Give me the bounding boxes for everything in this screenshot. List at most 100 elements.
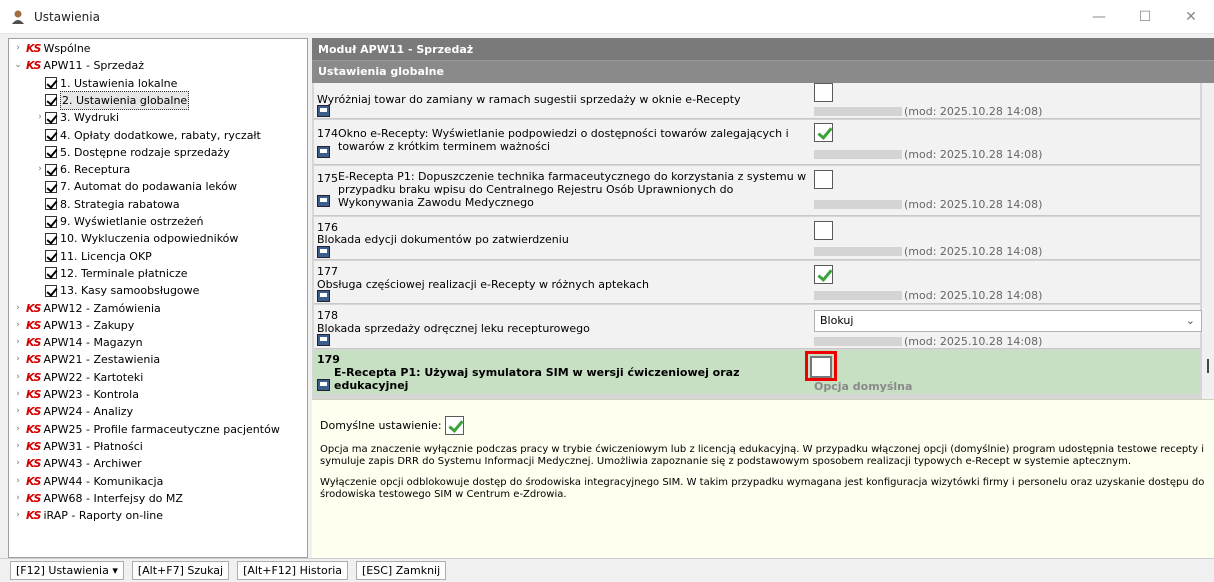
vertical-scrollbar[interactable] xyxy=(1202,83,1214,439)
chevron-down-icon[interactable]: ⌄ xyxy=(13,57,23,74)
window-title: Ustawienia xyxy=(34,9,100,24)
tree-item[interactable]: 11. Licencja OKP xyxy=(35,248,152,265)
tree-item[interactable]: › KS APW68 - Interfejsy do MZ xyxy=(13,490,183,507)
tree-item[interactable]: 1. Ustawienia lokalne xyxy=(35,75,177,92)
tree-item[interactable]: › KS APW24 - Analizy xyxy=(13,403,133,420)
close-button[interactable]: [ESC] Zamknij xyxy=(356,561,447,580)
setting-row-177[interactable]: 177 Obsługa częściowej realizacji e-Rece… xyxy=(314,261,1200,304)
tree-item[interactable]: 7. Automat do podawania leków xyxy=(35,178,237,195)
settings-tree[interactable]: › KS Wspólne ⌄ KS APW11 - Sprzedaż 1. Ustawien… xyxy=(8,38,308,558)
minimize-button[interactable]: — xyxy=(1076,0,1122,34)
tree-item[interactable]: 8. Strategia rabatowa xyxy=(35,196,180,213)
ks-logo-icon: KS xyxy=(26,353,41,367)
tree-item[interactable]: › KS APW21 - Zestawienia xyxy=(13,351,160,368)
setting-checkbox-174[interactable] xyxy=(814,123,833,142)
setting-scope-icon xyxy=(317,246,330,258)
tree-item[interactable]: ⌄ KS APW11 - Sprzedaż xyxy=(13,57,144,74)
tree-item[interactable]: 2. Ustawienia globalne xyxy=(35,90,190,110)
setting-number: 177 xyxy=(317,265,338,278)
setting-row-173[interactable]: Wyróżniaj towar do zamiany w ramach suge… xyxy=(314,83,1200,119)
highlight-box xyxy=(805,351,837,381)
setting-mod-info: (mod: 2025.10.28 14:08) xyxy=(814,148,1042,161)
checklist-icon xyxy=(45,215,57,228)
tree-item-label: 12. Terminale płatnicze xyxy=(60,266,188,280)
tree-item-label: APW68 - Interfejsy do MZ xyxy=(43,491,183,505)
checklist-icon xyxy=(45,129,57,141)
chevron-right-icon[interactable]: › xyxy=(35,109,45,126)
tree-item[interactable]: › KS APW14 - Magazyn xyxy=(13,334,143,351)
tree-item[interactable]: 12. Terminale płatnicze xyxy=(35,265,188,282)
maximize-button[interactable]: ☐ xyxy=(1122,0,1168,34)
ks-logo-icon: KS xyxy=(26,509,41,523)
setting-scope-icon xyxy=(317,195,330,207)
tree-item[interactable]: 5. Dostępne rodzaje sprzedaży xyxy=(35,144,230,161)
ks-logo-icon: KS xyxy=(26,457,41,471)
chevron-right-icon[interactable]: › xyxy=(13,473,23,490)
setting-desc: Blokada sprzedaży odręcznej leku receptu… xyxy=(317,322,590,335)
chevron-right-icon[interactable]: › xyxy=(13,490,23,507)
chevron-right-icon[interactable]: › xyxy=(13,455,23,472)
tree-item-label: iRAP - Raporty on-line xyxy=(43,509,164,523)
tree-item[interactable]: › KS APW31 - Płatności xyxy=(13,438,143,455)
setting-scope-icon xyxy=(317,105,330,117)
setting-checkbox-173[interactable] xyxy=(814,83,833,102)
history-button[interactable]: [Alt+F12] Historia xyxy=(237,561,349,580)
setting-checkbox-175[interactable] xyxy=(814,170,833,189)
setting-desc: E-Recepta P1: Dopuszczenie technika farm… xyxy=(338,170,807,209)
close-window-button[interactable]: ✕ xyxy=(1168,0,1214,34)
redacted-user xyxy=(814,150,902,159)
tree-item[interactable]: › 6. Receptura xyxy=(35,161,130,178)
chevron-right-icon[interactable]: › xyxy=(35,161,45,178)
setting-row-176[interactable]: 176 Blokada edycji dokumentów po zatwier… xyxy=(314,217,1200,260)
setting-row-179[interactable]: 179 E-Recepta P1: Używaj symulatora SIM … xyxy=(314,350,1200,394)
ks-logo-icon: KS xyxy=(26,422,41,436)
chevron-right-icon[interactable]: › xyxy=(13,421,23,438)
tree-item[interactable]: › KS APW23 - Kontrola xyxy=(13,386,139,403)
tree-item[interactable]: › KS Wspólne xyxy=(13,40,90,57)
setting-desc: E-Recepta P1: Używaj symulatora SIM w we… xyxy=(334,366,740,392)
chevron-right-icon[interactable]: › xyxy=(13,351,23,368)
tree-item[interactable]: › KS APW12 - Zamówienia xyxy=(13,300,161,317)
chevron-right-icon[interactable]: › xyxy=(13,507,23,524)
ks-logo-icon: KS xyxy=(26,301,41,315)
chevron-right-icon[interactable]: › xyxy=(13,334,23,351)
tree-item[interactable]: › KS APW13 - Zakupy xyxy=(13,317,134,334)
setting-checkbox-176[interactable] xyxy=(814,221,833,240)
chevron-right-icon[interactable]: › xyxy=(13,300,23,317)
setting-checkbox-177[interactable] xyxy=(814,265,833,284)
scrollbar-thumb[interactable] xyxy=(1207,359,1209,373)
checklist-icon xyxy=(45,94,57,107)
chevron-right-icon[interactable]: › xyxy=(13,369,23,386)
setting-select-178[interactable]: Blokuj ⌄ xyxy=(814,310,1202,332)
tree-item[interactable]: 4. Opłaty dodatkowe, rabaty, ryczałt xyxy=(35,127,261,144)
tree-item[interactable]: 13. Kasy samoobsługowe xyxy=(35,282,199,299)
tree-item-label: 11. Licencja OKP xyxy=(60,249,152,263)
chevron-right-icon[interactable]: › xyxy=(13,317,23,334)
setting-row-178[interactable]: 178 Blokada sprzedaży odręcznej leku rec… xyxy=(314,305,1202,349)
tree-item[interactable]: › KS APW44 - Komunikacja xyxy=(13,473,163,490)
setting-row-175[interactable]: 175 E-Recepta P1: Dopuszczenie technika … xyxy=(314,166,1200,216)
tree-item-label: APW14 - Magazyn xyxy=(43,336,143,350)
tree-item[interactable]: › KS APW43 - Archiwer xyxy=(13,455,141,472)
chevron-right-icon[interactable]: › xyxy=(13,403,23,420)
chevron-right-icon[interactable]: › xyxy=(13,40,23,57)
search-button[interactable]: [Alt+F7] Szukaj xyxy=(131,561,230,580)
redacted-user xyxy=(814,107,902,116)
tree-item-label: APW24 - Analizy xyxy=(43,405,134,419)
chevron-right-icon[interactable]: › xyxy=(13,438,23,455)
tree-item[interactable]: › KS APW25 - Profile farmaceutyczne pacjen… xyxy=(13,421,280,438)
chevron-right-icon[interactable]: › xyxy=(13,386,23,403)
tree-item[interactable]: › KS APW22 - Kartoteki xyxy=(13,369,143,386)
settings-menu-button[interactable]: [F12] Ustawienia ▾ xyxy=(10,561,124,580)
tree-item-label: 3. Wydruki xyxy=(60,111,120,125)
tree-item[interactable]: › KS iRAP - Raporty on-line xyxy=(13,507,163,524)
tree-item[interactable]: › 3. Wydruki xyxy=(35,109,119,126)
setting-mod-info: (mod: 2025.10.28 14:08) xyxy=(814,335,1042,348)
redacted-user xyxy=(814,291,902,300)
tree-item[interactable]: 10. Wykluczenia odpowiedników xyxy=(35,230,238,247)
tree-item[interactable]: 9. Wyświetlanie ostrzeżeń xyxy=(35,213,204,230)
tree-item-label: APW13 - Zakupy xyxy=(43,318,135,332)
checklist-icon xyxy=(45,232,57,245)
setting-row-174[interactable]: 174 Okno e-Recepty: Wyświetlanie podpowi… xyxy=(314,120,1200,165)
checklist-icon xyxy=(45,180,57,193)
